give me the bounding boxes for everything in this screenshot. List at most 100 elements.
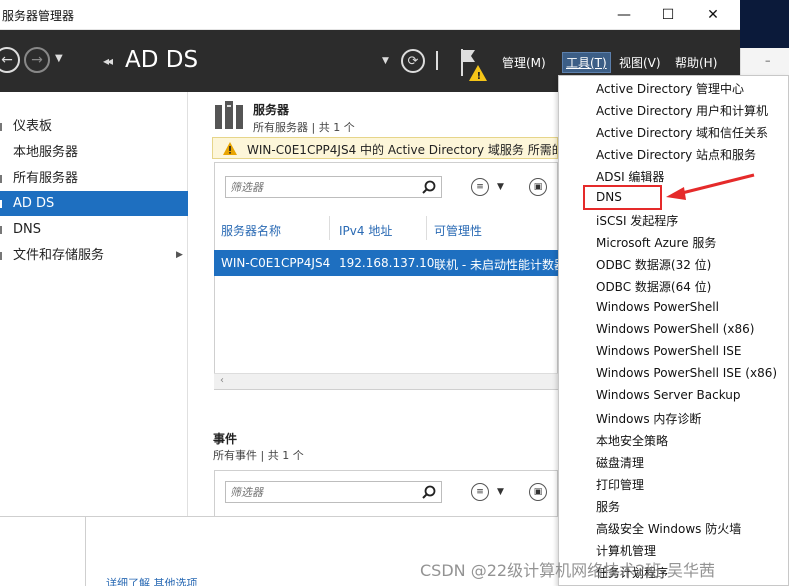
servers-filter-input[interactable]	[226, 177, 416, 197]
horizontal-scrollbar[interactable]: ‹	[214, 373, 558, 389]
menu-tools[interactable]: 工具(T)	[562, 52, 611, 73]
servers-section-subtitle: 所有服务器 | 共 1 个	[253, 121, 355, 134]
back-button[interactable]: ←	[0, 47, 20, 73]
breadcrumb-arrows-icon: ◂◂	[103, 54, 113, 68]
expand-chevron-icon[interactable]: ▶	[176, 243, 183, 268]
forward-arrow-icon: →	[31, 52, 43, 68]
sidebar-item-dashboard[interactable]: 仪表板	[0, 114, 188, 139]
list-options-button[interactable]: ≡	[471, 178, 489, 196]
sidebar-item-all-servers[interactable]: 所有服务器	[0, 166, 188, 191]
events-section-subtitle: 所有事件 | 共 1 个	[213, 449, 304, 462]
background-window-titlebar: –	[740, 48, 789, 76]
menu-item-local-security-policy[interactable]: 本地安全策略	[596, 432, 668, 449]
main-content: 服务器 所有服务器 | 共 1 个 WIN-C0E1CPP4JS4 中的 Act…	[188, 92, 558, 516]
sidebar-item-ad-ds[interactable]: AD DS	[0, 191, 188, 216]
menu-item-odbc32[interactable]: ODBC 数据源(32 位)	[596, 256, 711, 273]
col-manageability[interactable]: 可管理性	[434, 222, 482, 239]
menu-item-powershell-ise[interactable]: Windows PowerShell ISE	[596, 344, 742, 358]
svg-text:!: !	[477, 71, 482, 82]
servers-filter[interactable]	[225, 176, 442, 198]
sidebar-marker-icon	[0, 226, 4, 234]
menu-manage[interactable]: 管理(M)	[502, 54, 546, 71]
menu-item-ad-users-computers[interactable]: Active Directory 用户和计算机	[596, 102, 768, 119]
menu-item-adsi-edit[interactable]: ADSI 编辑器	[596, 168, 664, 185]
menu-help[interactable]: 帮助(H)	[675, 54, 717, 71]
watermark: CSDN @22级计算机网络技术2班-吴华茜	[420, 561, 716, 580]
menu-item-powershell[interactable]: Windows PowerShell	[596, 300, 719, 314]
sidebar-item-label: 所有服务器	[13, 171, 79, 186]
menu-item-iscsi[interactable]: iSCSI 发起程序	[596, 212, 678, 229]
column-divider	[426, 216, 427, 240]
warning-icon	[223, 142, 237, 155]
menu-item-odbc64[interactable]: ODBC 数据源(64 位)	[596, 278, 711, 295]
servers-table-header: 服务器名称 IPv4 地址 可管理性	[214, 216, 558, 240]
close-button[interactable]: ✕	[690, 0, 736, 30]
search-icon[interactable]	[422, 180, 436, 194]
background-window-strip	[740, 0, 789, 48]
warning-text: WIN-C0E1CPP4JS4 中的 Active Directory 域服务 …	[247, 143, 558, 157]
menu-item-disk-cleanup[interactable]: 磁盘清理	[596, 454, 644, 471]
sidebar-item-dns[interactable]: DNS	[0, 217, 188, 242]
menu-item-print-management[interactable]: 打印管理	[596, 476, 644, 493]
list-options-button[interactable]: ≡	[471, 483, 489, 501]
sidebar-item-label: AD DS	[13, 196, 55, 211]
table-row[interactable]: WIN-C0E1CPP4JS4 192.168.137.10 联机 - 未启动性…	[214, 250, 558, 276]
sidebar-marker-icon	[0, 175, 4, 183]
events-filter-input[interactable]	[226, 482, 416, 502]
sidebar-item-local-server[interactable]: 本地服务器	[0, 140, 188, 165]
breadcrumb-dropdown-icon[interactable]: ▼	[382, 56, 389, 66]
background-window-minimize[interactable]: –	[765, 54, 771, 67]
save-query-button[interactable]: ▣	[529, 483, 547, 501]
menu-item-services[interactable]: 服务	[596, 498, 620, 515]
col-server-name[interactable]: 服务器名称	[221, 222, 281, 239]
menu-item-ad-sites-services[interactable]: Active Directory 站点和服务	[596, 146, 756, 163]
servers-section-title: 服务器	[253, 103, 290, 117]
history-dropdown-icon[interactable]: ▼	[55, 53, 63, 64]
sidebar-item-label: DNS	[13, 222, 41, 237]
notification-flag-icon[interactable]: !	[457, 46, 489, 82]
menu-item-server-backup[interactable]: Windows Server Backup	[596, 388, 741, 402]
menu-item-powershell-ise-x86[interactable]: Windows PowerShell ISE (x86)	[596, 366, 777, 380]
window-title: 服务器管理器	[2, 9, 75, 23]
refresh-button[interactable]: ⟳	[401, 49, 425, 73]
col-ipv4[interactable]: IPv4 地址	[339, 222, 392, 239]
events-panel: ≡ ▼ ▣	[214, 470, 558, 516]
cell-server-name: WIN-C0E1CPP4JS4	[221, 256, 331, 270]
list-options-dropdown-icon[interactable]: ▼	[497, 487, 504, 497]
list-icon: ≡	[476, 182, 484, 192]
save-icon: ▣	[533, 182, 543, 192]
menu-item-azure[interactable]: Microsoft Azure 服务	[596, 234, 716, 251]
bottom-divider	[85, 517, 86, 586]
menu-view[interactable]: 视图(V)	[619, 54, 661, 71]
sidebar-marker-icon	[0, 200, 4, 208]
save-query-button[interactable]: ▣	[529, 178, 547, 196]
column-divider	[329, 216, 330, 240]
sidebar-item-file-storage[interactable]: 文件和存储服务 ▶	[0, 243, 188, 268]
forward-button[interactable]: →	[24, 47, 50, 73]
search-icon[interactable]	[422, 485, 436, 499]
refresh-icon: ⟳	[407, 53, 419, 69]
minimize-button[interactable]: —	[601, 0, 647, 30]
maximize-button[interactable]: ☐	[645, 0, 691, 30]
menu-item-powershell-x86[interactable]: Windows PowerShell (x86)	[596, 322, 754, 336]
list-options-dropdown-icon[interactable]: ▼	[497, 182, 504, 192]
cell-manageability: 联机 - 未启动性能计数器	[434, 258, 558, 272]
title-bar: 服务器管理器 — ☐ ✕	[0, 0, 740, 30]
menu-item-ad-admin-center[interactable]: Active Directory 管理中心	[596, 80, 744, 97]
warning-banner[interactable]: WIN-C0E1CPP4JS4 中的 Active Directory 域服务 …	[212, 137, 558, 159]
page-title: AD DS	[125, 47, 199, 73]
server-group-icon	[215, 101, 243, 129]
sidebar-marker-icon	[0, 252, 4, 260]
events-section-title: 事件	[213, 432, 238, 446]
list-icon: ≡	[476, 487, 484, 497]
events-filter[interactable]	[225, 481, 442, 503]
learn-more-link[interactable]: 详细了解 其他选项	[106, 575, 198, 586]
menu-item-ad-domains-trusts[interactable]: Active Directory 域和信任关系	[596, 124, 768, 141]
back-arrow-icon: ←	[1, 52, 13, 68]
menu-item-memory-diagnostic[interactable]: Windows 内存诊断	[596, 410, 701, 427]
cell-ipv4: 192.168.137.10	[339, 256, 435, 270]
scroll-left-icon[interactable]: ‹	[220, 375, 224, 386]
menu-item-firewall[interactable]: 高级安全 Windows 防火墙	[596, 520, 741, 537]
servers-panel: ≡ ▼ ▣	[214, 162, 558, 390]
sidebar-marker-icon	[0, 123, 4, 131]
